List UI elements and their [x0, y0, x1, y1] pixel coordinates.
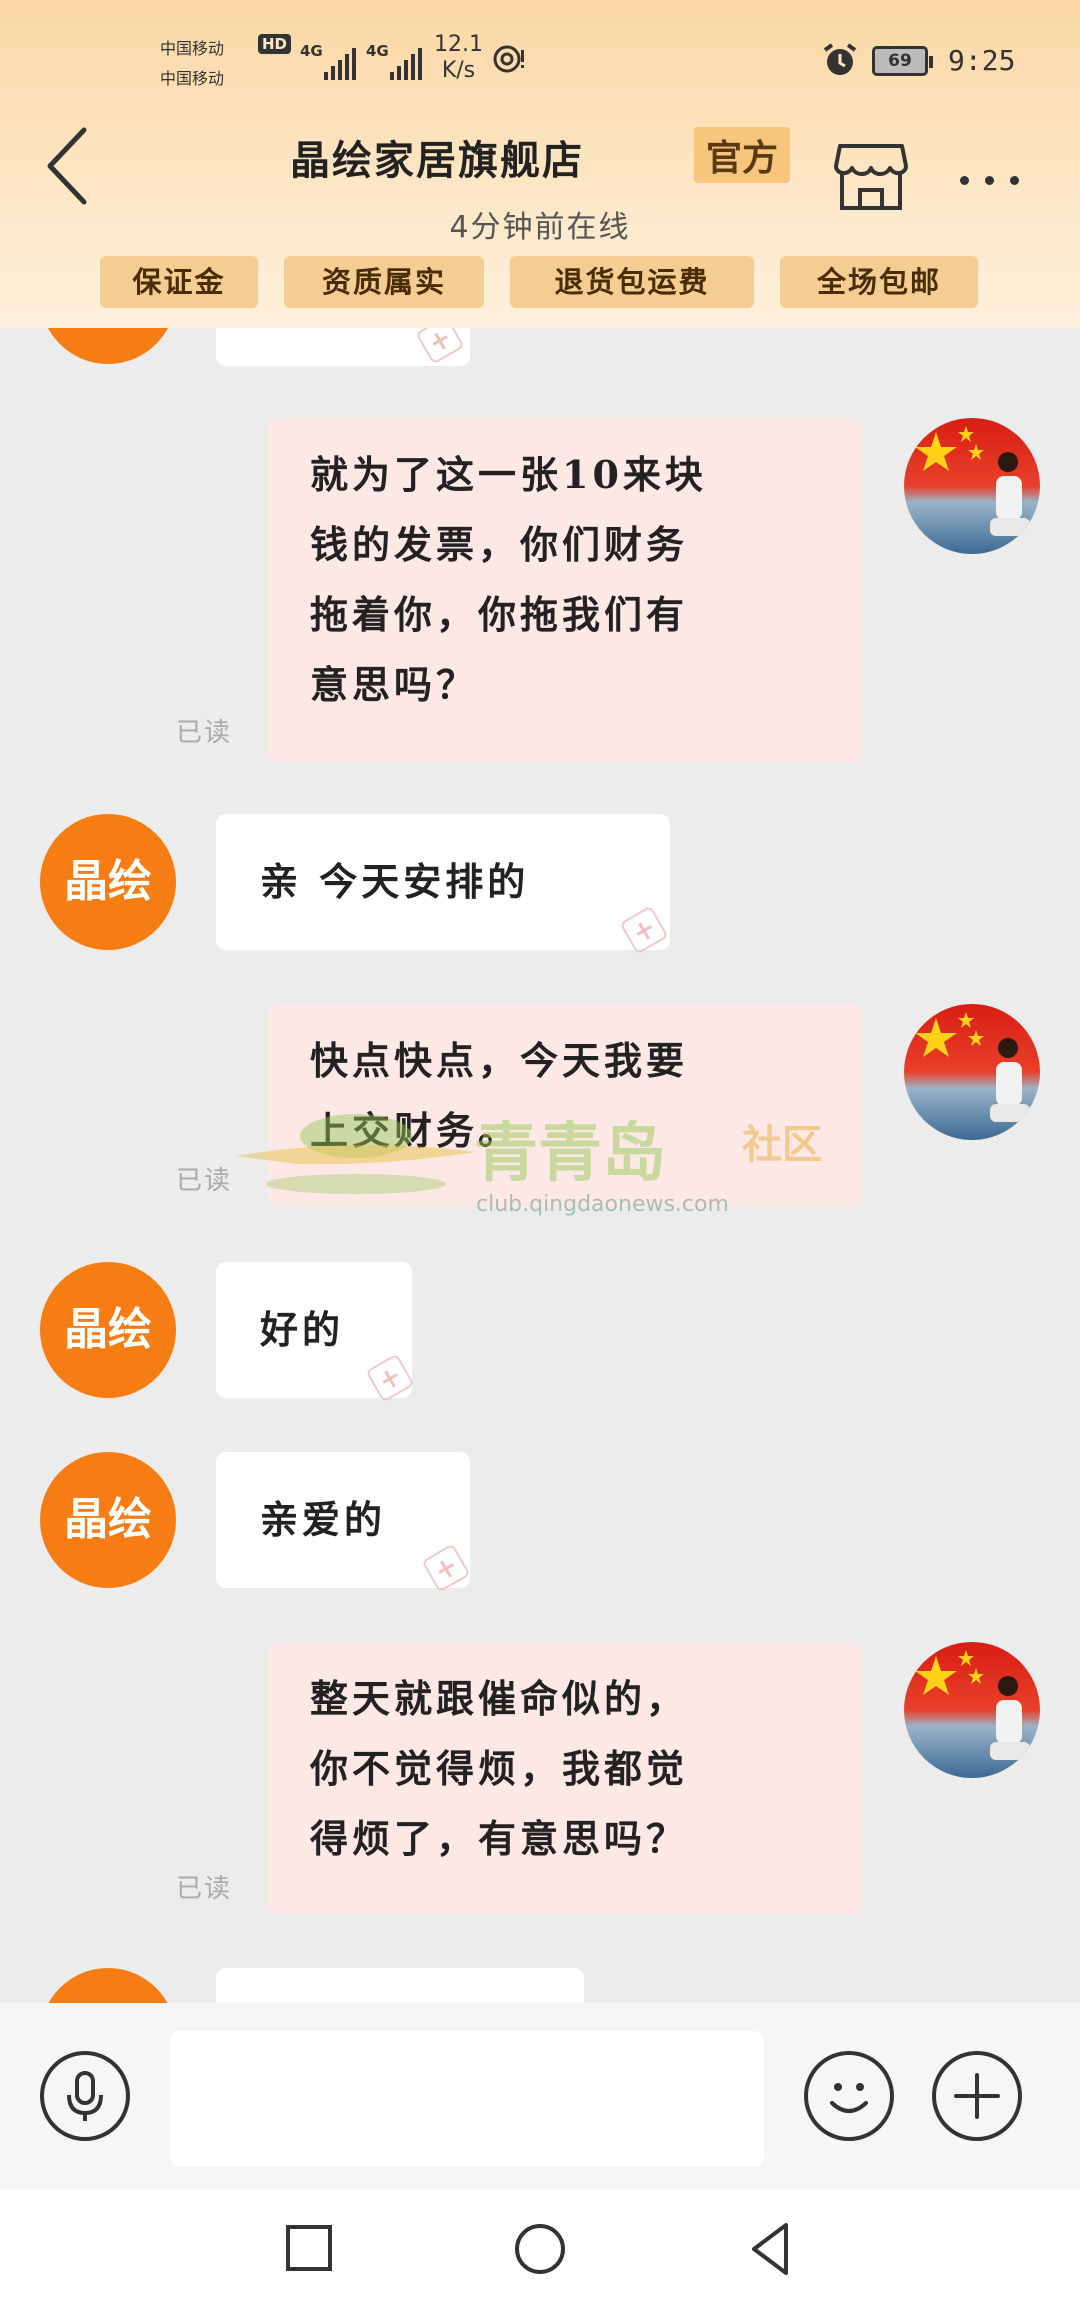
network-type-2: 4G: [366, 42, 389, 60]
alarm-icon: [823, 43, 857, 75]
signal-icon: 4G: [366, 40, 426, 84]
message-input-bar: [0, 2003, 1080, 2189]
read-status: 已读: [176, 1166, 233, 1196]
tag-return-shipping[interactable]: 退货包运费: [510, 256, 754, 308]
smiley-icon: [830, 2083, 868, 2113]
message-bubble-incoming[interactable]: 亲 今天安排的: [216, 814, 670, 955]
store-avatar[interactable]: 晶绘: [40, 1262, 176, 1398]
chat-header: 中国移动 中国移动 HD 4G 4G 12.1 K/s 69 9:25 晶绘家居…: [0, 0, 1080, 328]
speed-unit: K/s: [441, 58, 476, 83]
tag-deposit[interactable]: 保证金: [100, 256, 258, 308]
online-status: 4分钟前在线: [449, 210, 631, 245]
message-text: 亲 今天安排的: [260, 859, 530, 904]
tag-free-shipping[interactable]: 全场包邮: [780, 256, 978, 308]
message-text: 好的: [260, 1307, 345, 1352]
official-badge: 官方: [694, 127, 791, 183]
user-avatar[interactable]: [904, 418, 1040, 554]
more-button[interactable]: [944, 160, 1034, 200]
nav-back-icon[interactable]: [742, 2219, 802, 2279]
carrier-labels: 中国移动 中国移动: [160, 34, 224, 94]
store-avatar[interactable]: 晶绘: [40, 1452, 176, 1588]
carrier-2: 中国移动: [160, 69, 225, 88]
store-avatar[interactable]: 晶绘: [40, 814, 176, 950]
stamp-icon: [619, 905, 669, 955]
network-speed: 12.1 K/s: [434, 32, 483, 84]
read-status: 已读: [176, 718, 233, 748]
message-bubble-partial[interactable]: [216, 328, 470, 366]
flag-star-icon: [915, 1012, 1030, 1122]
store-avatar[interactable]: [40, 1968, 176, 2003]
flag-star-icon: [915, 426, 1030, 536]
message-bubble-outgoing[interactable]: 快点快点，今天我要 上交财务。: [268, 1004, 862, 1206]
user-avatar[interactable]: [904, 1004, 1040, 1140]
carrier-1: 中国移动: [160, 39, 225, 58]
flag-star-icon: [915, 1650, 1030, 1760]
message-bubble-outgoing[interactable]: 整天就跟催命似的， 你不觉得烦，我都觉 得烦了，有意思吗？: [268, 1642, 862, 1914]
stamp-icon: [365, 1353, 415, 1403]
user-avatar[interactable]: [904, 1642, 1040, 1778]
network-type-1: 4G: [300, 42, 323, 60]
stamp-icon: [415, 328, 465, 365]
message-bubble-incoming[interactable]: 好的: [216, 1262, 415, 1403]
plus-icon: [954, 2073, 1000, 2119]
battery-indicator: 69: [872, 46, 933, 76]
message-text: 亲爱的: [260, 1497, 387, 1542]
speed-value: 12.1: [434, 32, 483, 57]
message-bubble-outgoing[interactable]: 就为了这一张10来块 钱的发票，你们财务 拖着你，你拖我们有 意思吗？: [268, 418, 862, 762]
store-icon[interactable]: [832, 140, 910, 214]
home-icon[interactable]: [510, 2219, 570, 2279]
stamp-icon: [421, 1543, 471, 1593]
chat-area[interactable]: 就为了这一张10来块 钱的发票，你们财务 拖着你，你拖我们有 意思吗？ 已读 晶…: [0, 328, 1080, 2003]
more-dots-icon: [959, 175, 969, 185]
message-text: 就为了这一张10来块 钱的发票，你们财务 拖着你，你拖我们有 意思吗？: [310, 452, 707, 707]
message-bubble-incoming[interactable]: 亲爱的: [216, 1452, 471, 1593]
recents-icon[interactable]: [280, 2219, 340, 2279]
add-button[interactable]: [932, 2051, 1022, 2141]
message-text: 整天就跟催命似的， 你不觉得烦，我都觉 得烦了，有意思吗？: [310, 1676, 689, 1861]
voice-button[interactable]: [40, 2051, 130, 2141]
read-status: 已读: [176, 1874, 233, 1904]
message-input[interactable]: [170, 2031, 764, 2167]
signal-icon: 4G: [300, 40, 360, 84]
store-tags: 保证金 资质属实 退货包运费 全场包邮: [0, 256, 1080, 312]
emoji-button[interactable]: [804, 2051, 894, 2141]
back-button[interactable]: [38, 122, 98, 212]
system-nav-bar: [0, 2189, 1080, 2310]
message-bubble-partial[interactable]: [216, 1968, 584, 2003]
store-avatar[interactable]: [40, 328, 176, 364]
hd-badge: HD: [258, 34, 292, 54]
store-name[interactable]: 晶绘家居旗舰店: [290, 128, 584, 186]
clock: 9:25: [948, 44, 1016, 77]
hotspot-icon: [493, 45, 524, 73]
microphone-icon: [67, 2071, 103, 2121]
status-bar: 中国移动 中国移动 HD 4G 4G 12.1 K/s 69 9:25: [0, 28, 1080, 98]
tag-qualification[interactable]: 资质属实: [284, 256, 484, 308]
message-text: 快点快点，今天我要 上交财务。: [310, 1038, 689, 1153]
